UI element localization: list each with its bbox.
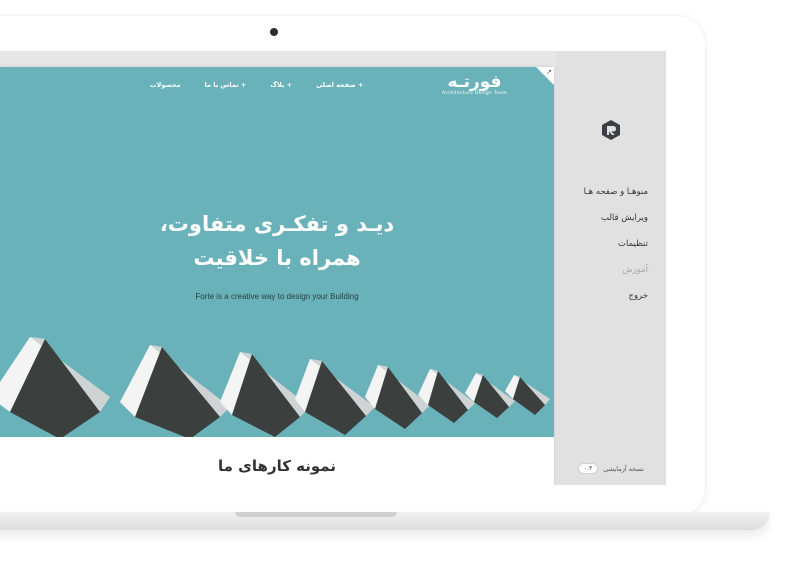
site-nav: + صفحه اصلی + بلاگ + تماس با ما محصولات: [150, 81, 363, 89]
site-logo-text: فورتـه: [447, 72, 502, 92]
camera-dot: [270, 28, 278, 36]
fin: [120, 345, 230, 437]
menu-item-logout[interactable]: خروج: [584, 283, 648, 309]
site-preview: + صفحه اصلی + بلاگ + تماس با ما محصولات …: [0, 67, 554, 485]
fin: [465, 373, 515, 418]
version-info: نسخه آزمایشی ۰.۳: [577, 463, 644, 474]
version-label: نسخه آزمایشی: [603, 464, 644, 473]
nav-home[interactable]: + صفحه اصلی: [316, 81, 363, 89]
hero-headline: دیـد و تفکـری متفاوت، همراه با خلاقیت: [0, 207, 554, 275]
fin: [505, 375, 550, 415]
menu-item-edit-theme[interactable]: ویرایش قالب: [584, 205, 648, 231]
headline-line-1: دیـد و تفکـری متفاوت،: [159, 212, 395, 236]
laptop-notch: [235, 512, 397, 517]
fin: [220, 352, 310, 437]
menu-item-tutorial[interactable]: آموزش: [584, 257, 648, 283]
site-logo-subtitle: Architecture Design Team: [442, 91, 508, 96]
menu-item-menus-pages[interactable]: منوهـا و صفحه هـا: [584, 179, 648, 205]
nav-products[interactable]: محصولات: [150, 81, 181, 89]
logo-icon[interactable]: [600, 119, 622, 141]
nav-blog[interactable]: + بلاگ: [270, 81, 292, 89]
sidebar-menu: منوهـا و صفحه هـا ویرایش قالب تنظیمات آم…: [584, 179, 648, 309]
fin: [295, 359, 375, 435]
version-badge: ۰.۳: [577, 463, 599, 474]
portfolio-section-title: نمونه کارهای ما: [218, 457, 336, 475]
fin: [0, 337, 110, 437]
fin: [418, 369, 475, 423]
building-fins-image: [0, 337, 550, 437]
hero-section: + صفحه اصلی + بلاگ + تماس با ما محصولات …: [0, 67, 554, 437]
screen: منوهـا و صفحه هـا ویرایش قالب تنظیمات آم…: [0, 51, 666, 485]
menu-item-settings[interactable]: تنظیمات: [584, 231, 648, 257]
site-logo[interactable]: فورتـه Architecture Design Team: [442, 73, 507, 96]
expand-arrow-icon[interactable]: ↗: [546, 68, 552, 76]
hero-tagline: Forte is a creative way to design your B…: [195, 292, 359, 301]
nav-contact[interactable]: + تماس با ما: [205, 81, 247, 89]
admin-sidebar: منوهـا و صفحه هـا ویرایش قالب تنظیمات آم…: [556, 51, 666, 485]
headline-line-2: همراه با خلاقیت: [193, 246, 361, 270]
